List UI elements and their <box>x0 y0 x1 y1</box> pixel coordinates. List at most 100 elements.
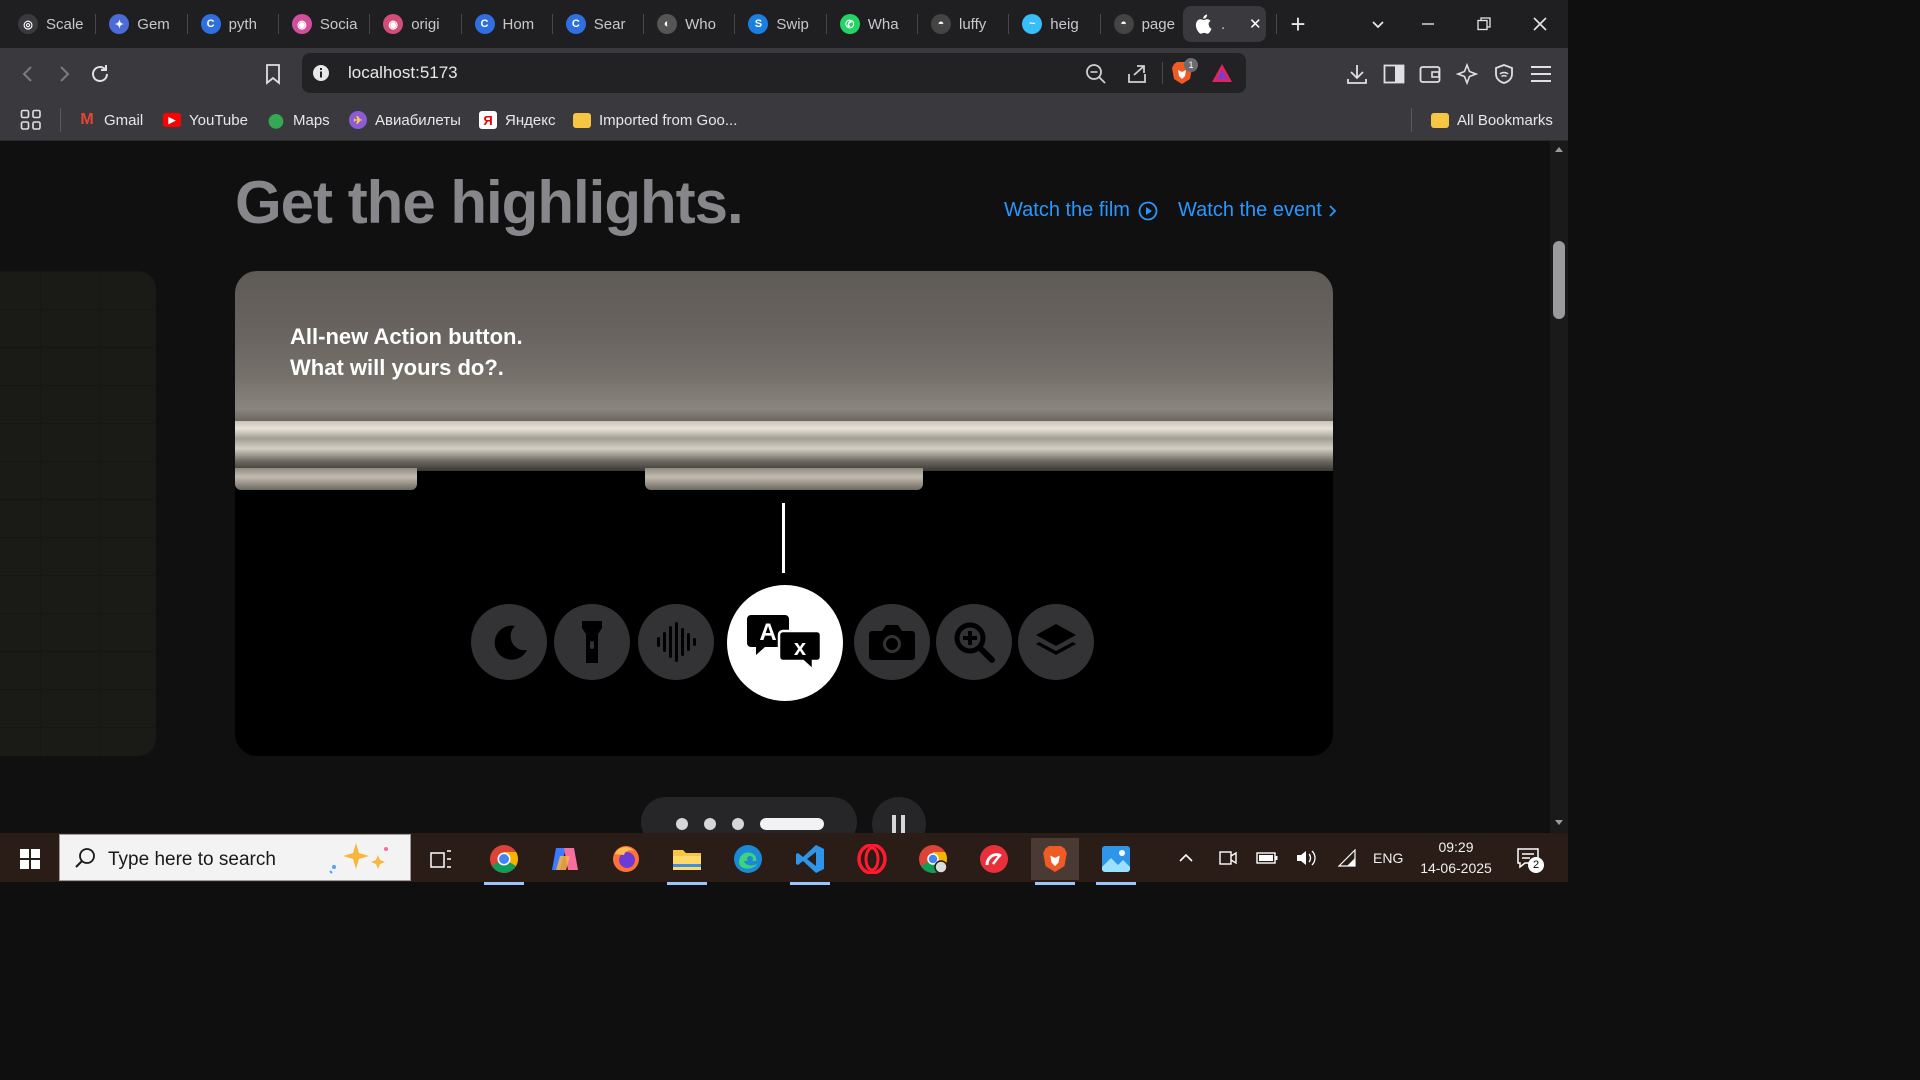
browser-tab[interactable]: ◐ Who <box>647 6 733 42</box>
magnifier-icon <box>954 622 995 663</box>
taskbar-opera[interactable] <box>848 838 896 880</box>
action-translate-button[interactable]: Ax <box>727 585 843 701</box>
carousel-dot[interactable] <box>732 818 744 830</box>
taskbar-chrome-profile[interactable] <box>909 838 957 880</box>
browser-tab[interactable]: C Hom <box>465 6 551 42</box>
apps-button[interactable] <box>20 108 42 132</box>
taskbar-edge[interactable] <box>724 838 772 880</box>
close-tab-icon[interactable]: ✕ <box>1249 15 1262 33</box>
action-flashlight-button[interactable] <box>554 604 630 680</box>
task-view-icon <box>430 850 451 868</box>
bookmark-item[interactable]: ✈ Авиабилеты <box>349 108 461 132</box>
leo-ai-button[interactable] <box>1453 60 1481 88</box>
taskbar-vscode[interactable] <box>786 838 834 885</box>
back-button[interactable] <box>14 60 42 88</box>
taskbar-search[interactable]: Type here to search <box>59 834 411 881</box>
brave-shields-button[interactable]: 1 <box>1171 58 1198 90</box>
brave-rewards-icon[interactable] <box>1211 63 1233 83</box>
notification-center-button[interactable]: 2 <box>1516 833 1544 882</box>
carousel-dot[interactable] <box>676 818 688 830</box>
yandex-icon: Я <box>479 111 497 129</box>
input-language[interactable]: ENG <box>1373 833 1403 882</box>
browser-tab[interactable]: C Sear <box>556 6 642 42</box>
browser-tab[interactable]: ✆ Wha <box>830 6 916 42</box>
close-window-button[interactable] <box>1512 0 1568 48</box>
speaker-icon <box>1297 850 1316 865</box>
bookmark-item[interactable]: ⬤ Maps <box>267 108 330 132</box>
site-info-icon[interactable] <box>312 64 330 82</box>
start-button[interactable] <box>6 838 54 880</box>
restore-button[interactable] <box>1456 0 1512 48</box>
taskbar-chrome[interactable] <box>480 838 528 885</box>
carousel-pause-button[interactable] <box>872 797 926 833</box>
reload-icon <box>92 65 108 82</box>
clock[interactable]: 09:29 14-06-2025 <box>1416 833 1496 882</box>
browser-tab[interactable]: ◎ Scale <box>8 6 94 42</box>
bookmark-item[interactable]: M Gmail <box>78 108 143 132</box>
sidebar-toggle-button[interactable] <box>1380 60 1408 88</box>
action-magnifier-button[interactable] <box>936 604 1012 680</box>
forward-button[interactable] <box>50 60 78 88</box>
taskbar-photos[interactable] <box>1092 838 1140 885</box>
browser-tab[interactable]: ◉ origi <box>373 6 459 42</box>
taskbar-copilot[interactable] <box>541 838 589 880</box>
browser-tab[interactable]: ◉ Socia <box>282 6 368 42</box>
taskbar-brave[interactable] <box>1031 838 1079 885</box>
watch-event-link[interactable]: Watch the event <box>1178 199 1338 222</box>
search-icon <box>75 848 95 868</box>
taskbar-file-explorer[interactable] <box>663 838 711 885</box>
page-scrollbar[interactable] <box>1550 141 1568 833</box>
task-view-button[interactable] <box>417 838 465 880</box>
scroll-down-icon[interactable] <box>1554 819 1564 827</box>
tab-favicon-icon: ◉ <box>383 14 404 34</box>
scroll-up-icon[interactable] <box>1554 145 1564 153</box>
browser-tab[interactable]: ~ heig <box>1012 6 1098 42</box>
wifi-icon <box>1337 848 1356 867</box>
menu-button[interactable] <box>1527 60 1555 88</box>
browser-tab[interactable]: ✦ Gem <box>99 6 185 42</box>
battery-indicator[interactable] <box>1256 833 1278 882</box>
browser-tab[interactable]: ◓ page <box>1104 6 1190 42</box>
watch-film-link[interactable]: Watch the film <box>1004 199 1158 222</box>
url-text[interactable]: localhost:5173 <box>348 63 458 83</box>
volume-control[interactable] <box>1295 833 1317 882</box>
card-caption: All-new Action button. What will yours d… <box>290 321 523 383</box>
carousel-dot[interactable] <box>704 818 716 830</box>
network-indicator[interactable] <box>1337 833 1357 882</box>
search-placeholder: Type here to search <box>108 849 276 870</box>
browser-tab[interactable]: S Swip <box>738 6 824 42</box>
tab-search-button[interactable] <box>1350 0 1406 48</box>
bookmark-item[interactable]: Imported from Goo... <box>573 108 737 132</box>
browser-tab[interactable]: Cpyth <box>191 6 277 42</box>
all-bookmarks-button[interactable]: All Bookmarks <box>1431 108 1553 132</box>
meet-now-button[interactable] <box>1218 833 1238 882</box>
new-tab-button[interactable]: + <box>1270 0 1326 48</box>
taskbar-firefox[interactable] <box>602 838 650 880</box>
reload-button[interactable] <box>86 60 114 88</box>
browser-tab[interactable]: ◓ luffy <box>921 6 1007 42</box>
section-headline: Get the highlights. <box>235 169 744 236</box>
vpn-button[interactable] <box>1490 60 1518 88</box>
browser-tab[interactable]: . ✕ <box>1183 6 1266 42</box>
scrollbar-thumb[interactable] <box>1553 241 1565 319</box>
carousel-dot-active[interactable] <box>760 818 824 830</box>
share-icon[interactable] <box>1126 63 1148 85</box>
zoom-icon[interactable] <box>1085 63 1107 85</box>
downloads-button[interactable] <box>1343 60 1371 88</box>
tab-title: luffy <box>959 15 987 33</box>
bookmark-page-button[interactable] <box>259 60 287 88</box>
action-focus-button[interactable] <box>471 604 547 680</box>
wallet-button[interactable] <box>1416 60 1444 88</box>
bookmark-item[interactable]: ▶ YouTube <box>163 108 248 132</box>
previous-highlight-card[interactable] <box>0 271 156 756</box>
action-voice-memo-button[interactable] <box>638 604 714 680</box>
address-bar[interactable]: localhost:5173 1 <box>302 53 1246 93</box>
minimize-button[interactable] <box>1400 0 1456 48</box>
vscode-icon <box>796 845 824 873</box>
action-shortcut-button[interactable] <box>1018 604 1094 680</box>
action-camera-button[interactable] <box>854 604 930 680</box>
taskbar-app-red[interactable] <box>970 838 1018 880</box>
bookmark-item[interactable]: Я Яндекс <box>479 108 555 132</box>
restore-icon <box>1477 17 1491 31</box>
show-hidden-icons-button[interactable] <box>1178 833 1194 882</box>
